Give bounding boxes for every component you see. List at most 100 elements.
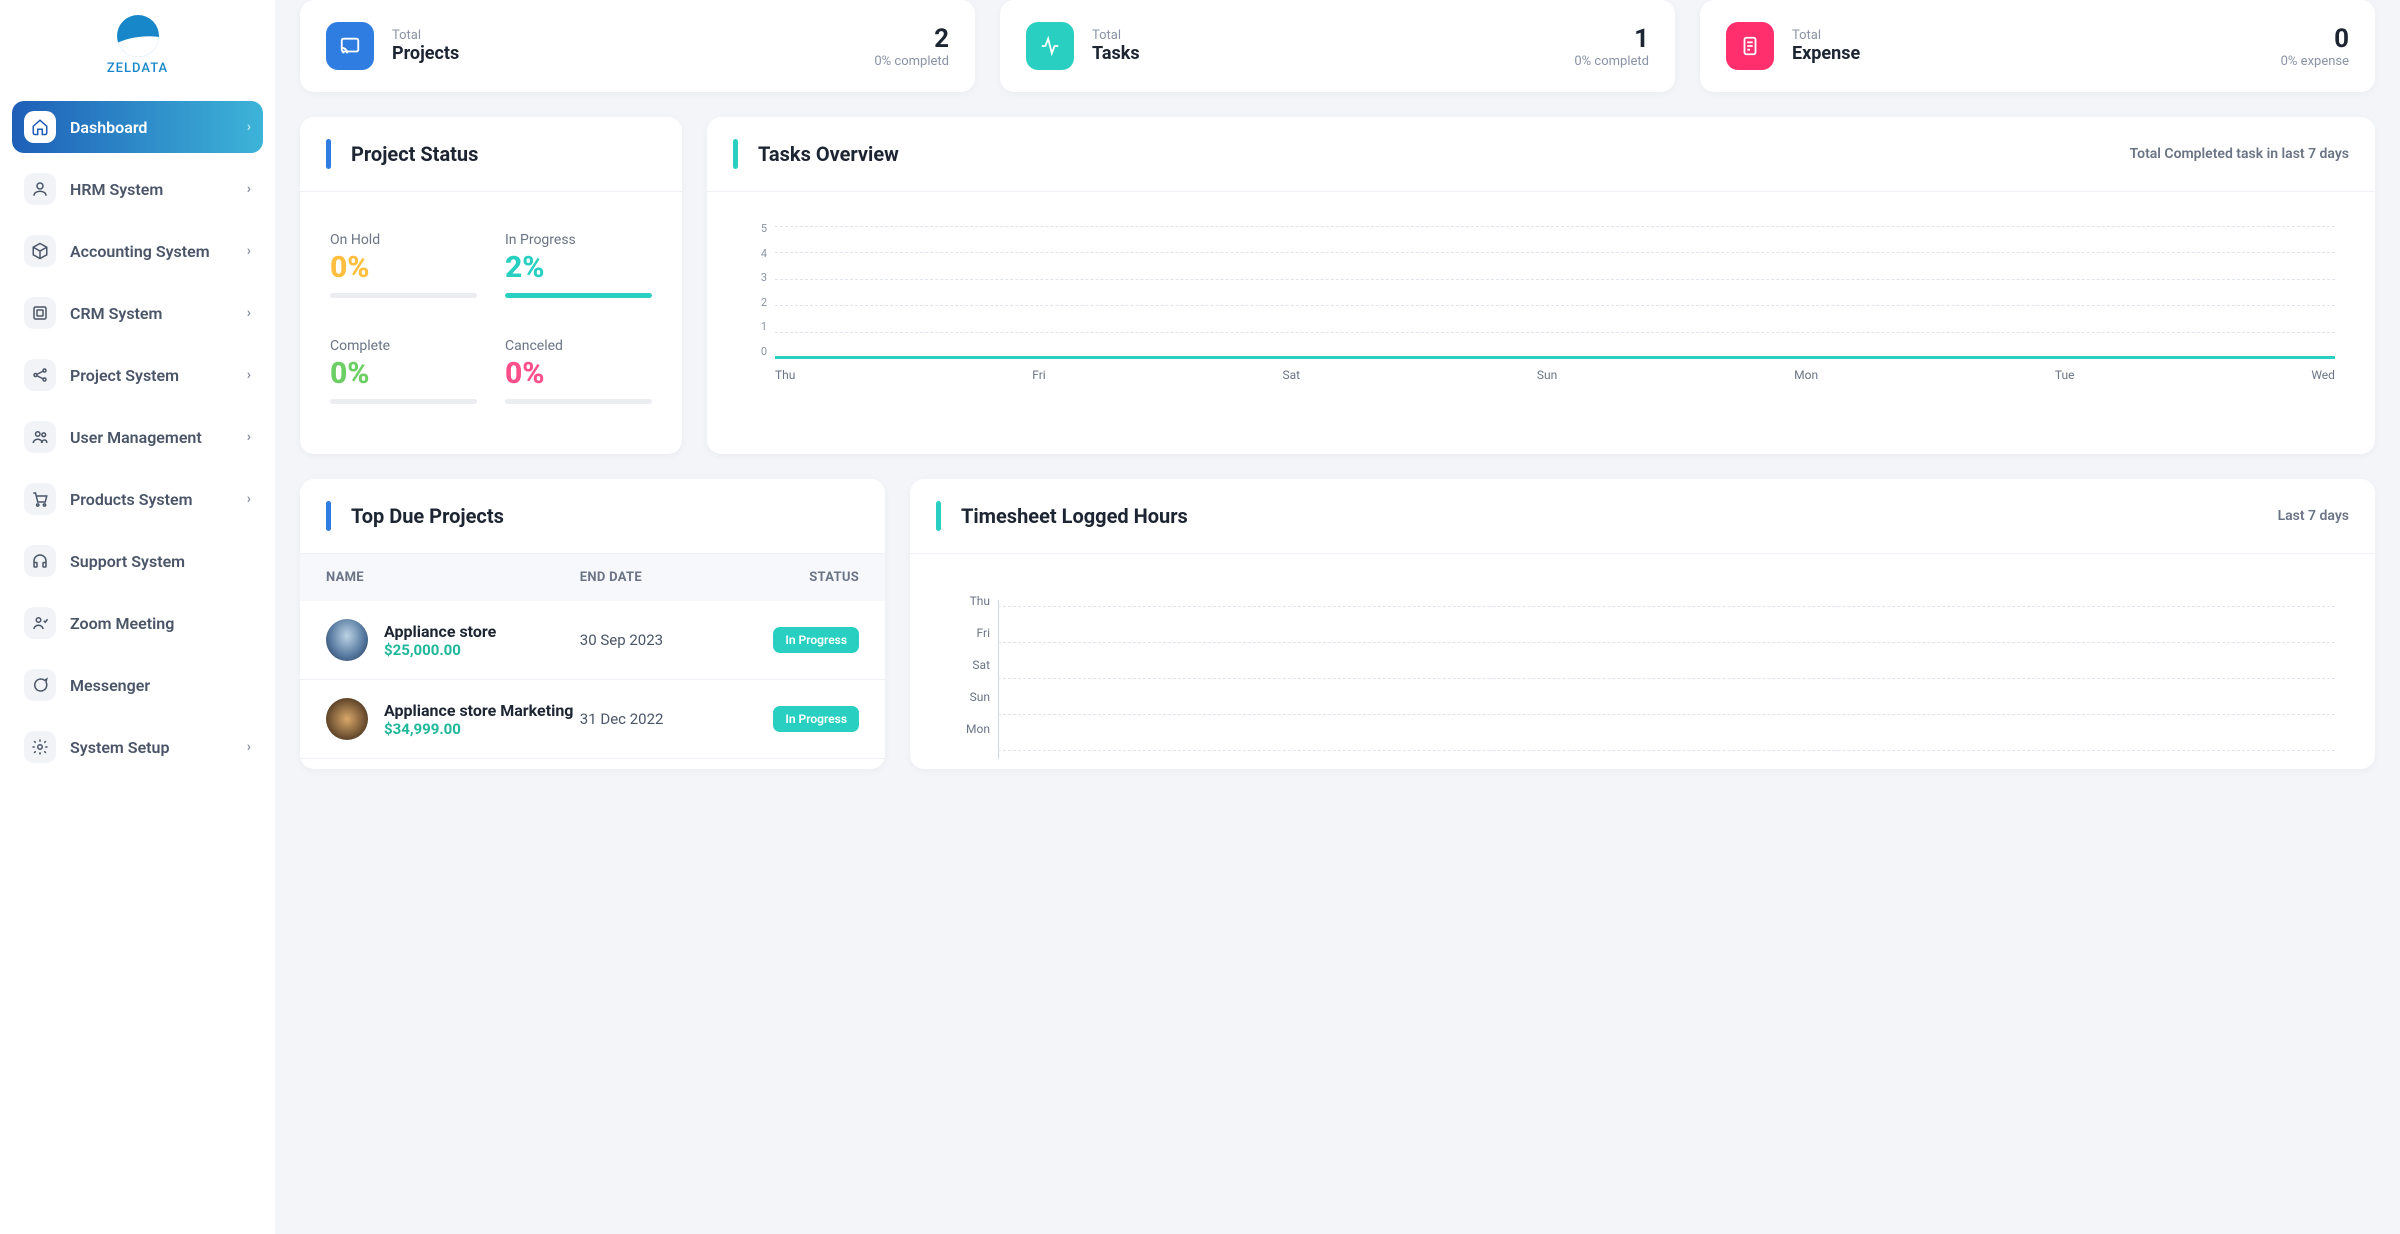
tasks-overview-card: Tasks Overview Total Completed task in l… xyxy=(707,117,2375,454)
sidebar-item-label: HRM System xyxy=(70,180,247,199)
y-axis-tick: Sun xyxy=(950,690,990,704)
brand-name: ZELDATA xyxy=(107,61,168,76)
stats-row: Total Projects 2 0% completd Total Tasks… xyxy=(300,0,2375,92)
chevron-right-icon: › xyxy=(247,491,251,507)
project-name: Appliance store xyxy=(384,622,496,641)
sidebar-item-label: Messenger xyxy=(70,676,251,695)
sidebar-item-support-system[interactable]: Support System xyxy=(12,535,263,587)
user-icon xyxy=(24,173,56,205)
status-label: Complete xyxy=(330,338,477,354)
sidebar-item-label: Accounting System xyxy=(70,242,247,261)
x-axis-tick: Sun xyxy=(1537,368,1557,382)
stat-title: Projects xyxy=(392,43,874,64)
layers-icon xyxy=(24,297,56,329)
y-axis-tick: Thu xyxy=(950,594,990,608)
top-due-table: NAME END DATE STATUS Appliance store$25,… xyxy=(300,554,885,759)
home-icon xyxy=(24,111,56,143)
sidebar-item-messenger[interactable]: Messenger xyxy=(12,659,263,711)
status-percent: 0% xyxy=(330,356,477,391)
chart-gridline xyxy=(998,750,2335,751)
sidebar-item-system-setup[interactable]: System Setup› xyxy=(12,721,263,773)
top-due-card: Top Due Projects NAME END DATE STATUS Ap… xyxy=(300,479,885,769)
y-axis-tick: 5 xyxy=(747,222,767,235)
stat-sub: 0% expense xyxy=(2281,54,2349,69)
stat-title: Tasks xyxy=(1092,43,1574,64)
x-axis-tick: Mon xyxy=(1794,368,1818,382)
sidebar-item-label: User Management xyxy=(70,428,247,447)
table-row[interactable]: Appliance store$25,000.0030 Sep 2023In P… xyxy=(300,601,885,680)
headphones-icon xyxy=(24,545,56,577)
status-percent: 0% xyxy=(330,250,477,285)
stat-pre: Total xyxy=(1092,28,1574,43)
y-axis-tick: 2 xyxy=(747,296,767,309)
status-percent: 2% xyxy=(505,250,652,285)
chart-gridline xyxy=(998,642,2335,643)
sidebar-item-label: Zoom Meeting xyxy=(70,614,251,633)
progress-bar xyxy=(505,293,652,298)
chart-gridline xyxy=(998,606,2335,607)
chevron-right-icon: › xyxy=(247,243,251,259)
sidebar-item-project-system[interactable]: Project System› xyxy=(12,349,263,401)
sidebar-item-label: Dashboard xyxy=(70,118,247,137)
tasks-chart: 543210 ThuFriSatSunMonTueWed xyxy=(707,192,2375,402)
card-subtitle: Total Completed task in last 7 days xyxy=(2130,146,2349,162)
sidebar-item-label: Products System xyxy=(70,490,247,509)
stat-card-projects: Total Projects 2 0% completd xyxy=(300,0,975,92)
y-axis-tick: Fri xyxy=(950,626,990,640)
chart-gridline xyxy=(998,678,2335,679)
sidebar-item-label: System Setup xyxy=(70,738,247,757)
cart-icon xyxy=(24,483,56,515)
progress-bar xyxy=(505,399,652,404)
stat-card-expense: Total Expense 0 0% expense xyxy=(1700,0,2375,92)
x-axis-tick: Wed xyxy=(2311,368,2335,382)
y-axis-tick: 0 xyxy=(747,345,767,358)
chart-line-series xyxy=(775,356,2335,359)
chart-gridline xyxy=(775,332,2335,333)
receipt-icon xyxy=(1726,22,1774,70)
brand-logo: ZELDATA xyxy=(12,15,263,101)
accent-bar xyxy=(326,501,331,531)
status-item-canceled: Canceled0% xyxy=(505,338,652,404)
activity-icon xyxy=(1026,22,1074,70)
status-item-on-hold: On Hold0% xyxy=(330,232,477,298)
chart-gridline xyxy=(775,226,2335,227)
sidebar-item-accounting-system[interactable]: Accounting System› xyxy=(12,225,263,277)
share-icon xyxy=(24,359,56,391)
y-axis-tick: 3 xyxy=(747,271,767,284)
column-header-enddate: END DATE xyxy=(580,570,749,585)
column-header-name: NAME xyxy=(326,570,580,585)
accent-bar xyxy=(733,139,738,169)
sidebar-item-label: Project System xyxy=(70,366,247,385)
accent-bar xyxy=(936,501,941,531)
sidebar-item-user-management[interactable]: User Management› xyxy=(12,411,263,463)
sidebar-item-dashboard[interactable]: Dashboard› xyxy=(12,101,263,153)
progress-bar xyxy=(330,399,477,404)
progress-bar xyxy=(330,293,477,298)
chevron-right-icon: › xyxy=(247,119,251,135)
y-axis-tick: Mon xyxy=(950,722,990,736)
sidebar-item-hrm-system[interactable]: HRM System› xyxy=(12,163,263,215)
sidebar-item-crm-system[interactable]: CRM System› xyxy=(12,287,263,339)
chevron-right-icon: › xyxy=(247,367,251,383)
chevron-right-icon: › xyxy=(247,305,251,321)
chevron-right-icon: › xyxy=(247,429,251,445)
stat-card-tasks: Total Tasks 1 0% completd xyxy=(1000,0,1675,92)
status-badge: In Progress xyxy=(773,627,859,653)
project-name: Appliance store Marketing xyxy=(384,701,573,720)
sidebar-item-zoom-meeting[interactable]: Zoom Meeting xyxy=(12,597,263,649)
project-status-card: Project Status On Hold0%In Progress2%Com… xyxy=(300,117,682,454)
stat-sub: 0% completd xyxy=(874,54,949,69)
status-label: Canceled xyxy=(505,338,652,354)
timesheet-chart: ThuFriSatSunMon xyxy=(910,554,2375,769)
x-axis-tick: Thu xyxy=(775,368,795,382)
x-axis-tick: Tue xyxy=(2055,368,2075,382)
chart-gridline xyxy=(775,252,2335,253)
sidebar-item-products-system[interactable]: Products System› xyxy=(12,473,263,525)
sidebar-nav: Dashboard›HRM System›Accounting System›C… xyxy=(12,101,263,773)
stat-number: 2 xyxy=(874,24,949,54)
stat-pre: Total xyxy=(392,28,874,43)
chart-gridline xyxy=(775,279,2335,280)
chevron-right-icon: › xyxy=(247,181,251,197)
chat-icon xyxy=(24,669,56,701)
table-row[interactable]: Appliance store Marketing$34,999.0031 De… xyxy=(300,680,885,759)
